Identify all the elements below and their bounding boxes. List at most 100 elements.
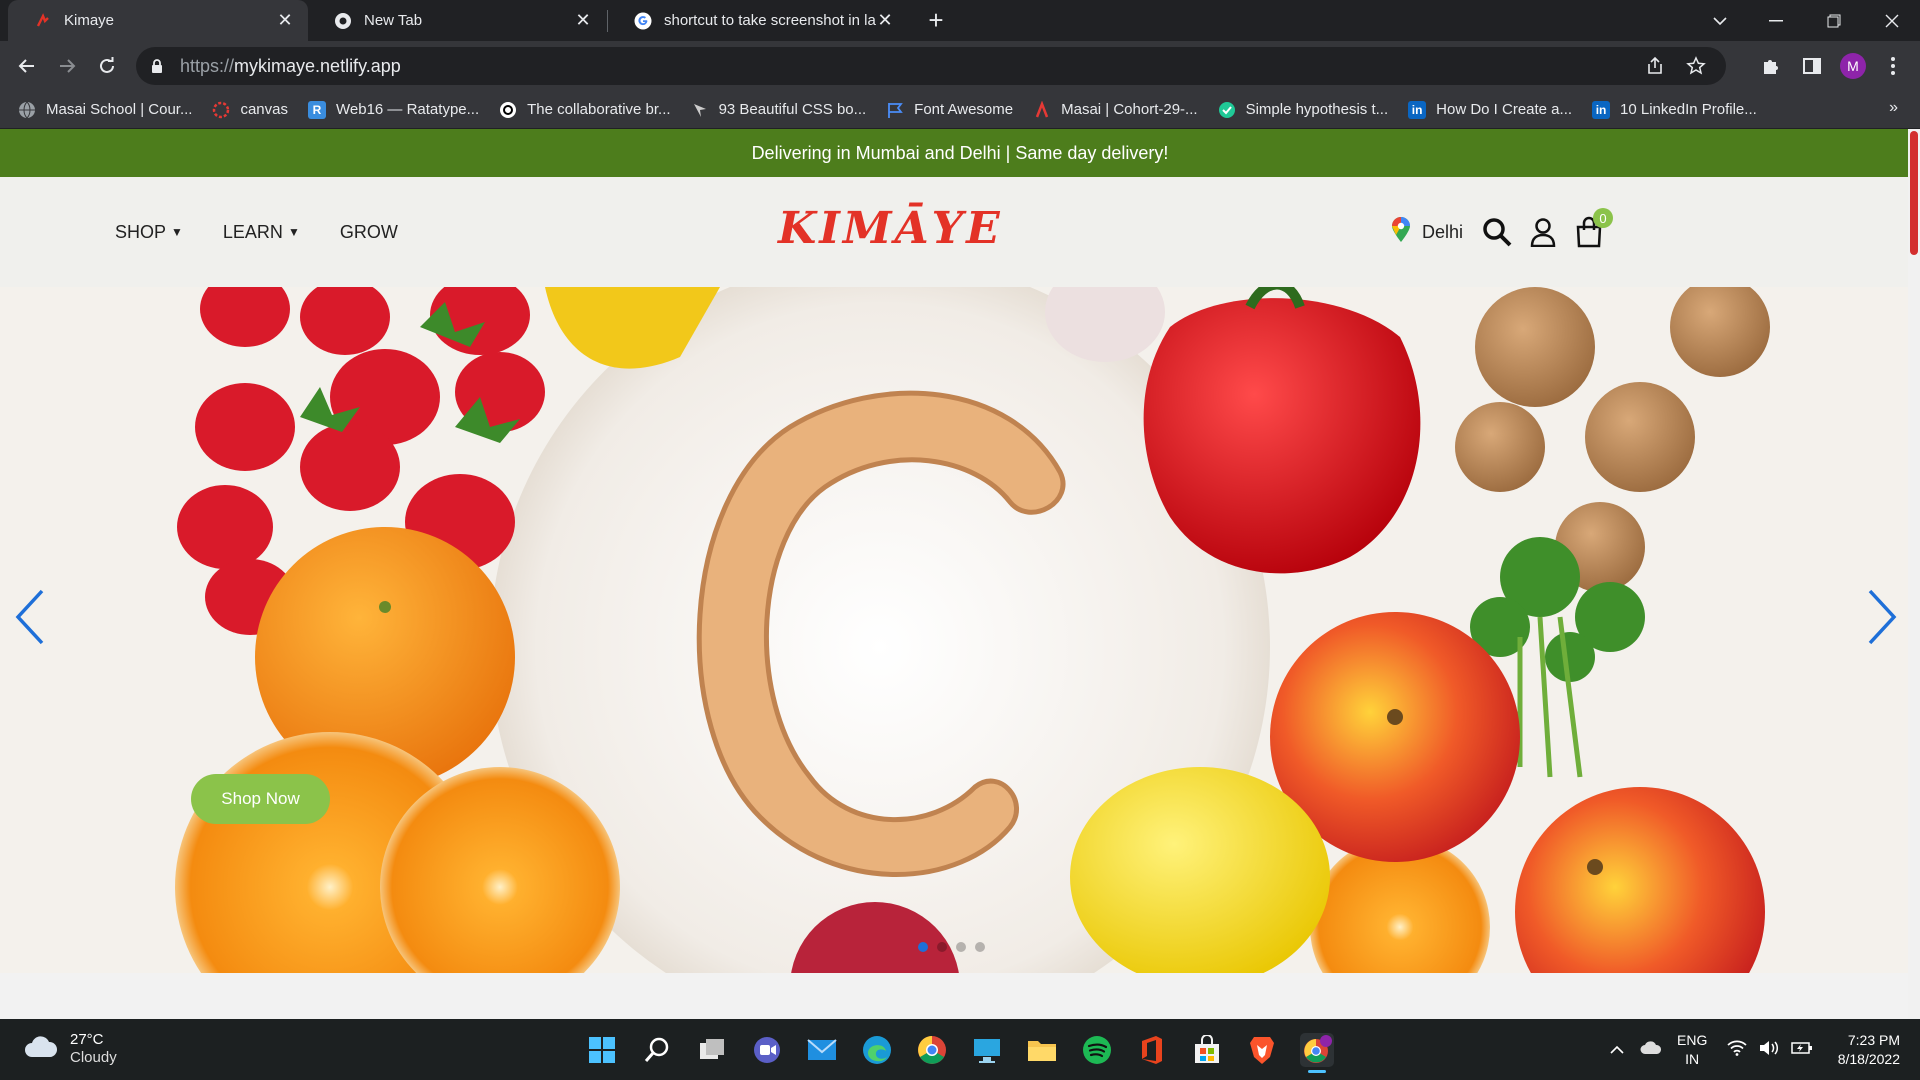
tab-close-icon[interactable]: ✕ (574, 10, 592, 30)
search-icon[interactable] (1481, 216, 1513, 248)
store-icon[interactable] (1190, 1033, 1224, 1067)
clock-date: 8/18/2022 (1837, 1051, 1900, 1067)
battery-charging-icon (1791, 1041, 1813, 1058)
bookmark-item[interactable]: Masai School | Cour... (18, 96, 192, 124)
status-icons[interactable] (1727, 1019, 1813, 1080)
kimaye-logo[interactable]: KIMĀYE (778, 203, 1003, 254)
bookmark-item[interactable]: 93 Beautiful CSS bo... (691, 96, 866, 124)
linkedin-icon: in (1592, 100, 1611, 119)
active-app-indicator (1308, 1070, 1326, 1073)
address-bar[interactable]: https://mykimaye.netlify.app (136, 47, 1726, 85)
linkedin-icon: in (1408, 100, 1427, 119)
main-nav: SHOP ▼ LEARN ▼ GROW (115, 177, 398, 287)
nav-label: LEARN (222, 221, 283, 242)
extensions-puzzle-icon[interactable] (1756, 51, 1786, 81)
share-icon[interactable] (1646, 56, 1666, 81)
nav-label: GROW (339, 221, 398, 242)
map-pin-icon (1390, 216, 1412, 248)
bookmark-item[interactable]: Simple hypothesis t... (1218, 96, 1389, 124)
carousel-dot[interactable] (975, 942, 985, 952)
bookmark-item[interactable]: Font Awesome (886, 96, 1013, 124)
brave-icon[interactable] (1245, 1033, 1279, 1067)
nav-learn[interactable]: LEARN ▼ (223, 222, 300, 243)
bookmark-item[interactable]: canvas (212, 96, 288, 124)
cart-bag-icon[interactable]: 0 (1573, 208, 1614, 248)
close-window-button[interactable] (1864, 0, 1920, 41)
remote-desktop-icon[interactable] (970, 1033, 1004, 1067)
bookmark-item[interactable]: in How Do I Create a... (1408, 96, 1572, 124)
minimize-button[interactable] (1748, 0, 1804, 41)
tab-kimaye[interactable]: Kimaye ✕ (8, 0, 308, 41)
caret-down-icon: ▼ (287, 225, 300, 239)
system-clock[interactable]: 7:23 PM 8/18/2022 (1820, 1031, 1900, 1069)
cart-count-badge: 0 (1593, 208, 1614, 228)
start-icon[interactable] (585, 1033, 619, 1067)
chevron-up-icon[interactable] (1610, 1042, 1624, 1058)
location-selector[interactable]: Delhi (1390, 216, 1464, 248)
task-view-icon[interactable] (695, 1033, 729, 1067)
weather-condition: Cloudy (70, 1049, 117, 1066)
kebab-menu-icon[interactable] (1878, 51, 1908, 81)
side-panel-icon[interactable] (1797, 51, 1827, 81)
location-label: Delhi (1422, 221, 1464, 242)
bookmark-label: Masai School | Cour... (46, 101, 193, 118)
carousel-next-arrow-icon[interactable] (1862, 587, 1902, 647)
chrome-profile-icon[interactable] (1300, 1033, 1334, 1073)
canvas-icon (212, 101, 230, 119)
user-account-icon[interactable] (1527, 216, 1559, 248)
url-text: https://mykimaye.netlify.app (180, 55, 401, 76)
kimaye-favicon-icon (34, 12, 52, 30)
tab-new-tab[interactable]: New Tab ✕ (308, 0, 606, 41)
tab-close-icon[interactable]: ✕ (276, 10, 294, 30)
teams-icon[interactable] (750, 1033, 784, 1067)
hero-carousel: Shop Now (0, 287, 1920, 973)
bookmark-star-icon[interactable] (1686, 56, 1706, 81)
bookmark-item[interactable]: The collaborative br... (499, 96, 671, 124)
file-explorer-icon[interactable] (1025, 1033, 1059, 1067)
carousel-dot[interactable] (918, 942, 928, 952)
bookmarks-bar: Masai School | Cour... canvas R Web16 — … (0, 91, 1920, 129)
system-tray (1610, 1019, 1662, 1080)
restore-button[interactable] (1806, 0, 1862, 41)
tab-close-icon[interactable]: ✕ (876, 10, 894, 30)
mail-icon[interactable] (805, 1033, 839, 1067)
nav-grow[interactable]: GROW (340, 222, 398, 243)
bookmarks-overflow-button[interactable]: » (1889, 99, 1898, 117)
lock-icon[interactable] (150, 58, 166, 74)
weather-widget[interactable]: 27°C Cloudy (24, 1031, 117, 1067)
edge-icon[interactable] (860, 1033, 894, 1067)
bookmark-label: 10 LinkedIn Profile... (1620, 101, 1757, 118)
spotify-icon[interactable] (1080, 1033, 1114, 1067)
new-tab-button[interactable]: + (922, 5, 950, 35)
flag-icon (886, 101, 904, 119)
onedrive-cloud-icon[interactable] (1640, 1041, 1662, 1058)
tab-search-chevron-icon[interactable] (1692, 0, 1748, 41)
nav-shop[interactable]: SHOP ▼ (115, 222, 183, 243)
shop-now-button[interactable]: Shop Now (191, 774, 330, 824)
tab-screenshot-search[interactable]: shortcut to take screenshot in lap ✕ (608, 0, 908, 41)
bookmark-label: How Do I Create a... (1436, 101, 1573, 118)
bookmark-item[interactable]: R Web16 — Ratatype... (308, 96, 479, 124)
page-scrollbar[interactable] (1908, 129, 1920, 1019)
language-indicator[interactable]: ENG IN (1677, 1031, 1707, 1069)
bookmark-label: Simple hypothesis t... (1245, 101, 1389, 118)
scrollbar-thumb[interactable] (1910, 131, 1918, 255)
bookmark-label: The collaborative br... (527, 101, 671, 118)
carousel-dot[interactable] (937, 942, 947, 952)
bookmark-item[interactable]: in 10 LinkedIn Profile... (1592, 96, 1757, 124)
tab-title: shortcut to take screenshot in lap (664, 12, 876, 29)
chrome-icon[interactable] (915, 1033, 949, 1067)
forward-arrow-icon[interactable] (52, 51, 82, 81)
reload-icon[interactable] (92, 51, 122, 81)
promo-banner: Delivering in Mumbai and Delhi | Same da… (0, 129, 1920, 177)
back-arrow-icon[interactable] (12, 51, 42, 81)
carousel-dot[interactable] (956, 942, 966, 952)
shield-check-icon (1218, 101, 1236, 119)
profile-avatar[interactable]: M (1840, 53, 1866, 79)
region-code: IN (1685, 1051, 1700, 1067)
windows-taskbar: 27°C Cloudy ENG IN 7:23 PM 8/18/2022 (0, 1019, 1920, 1080)
bookmark-item[interactable]: Masai | Cohort-29-... (1033, 96, 1198, 124)
carousel-prev-arrow-icon[interactable] (10, 587, 50, 647)
office-icon[interactable] (1135, 1033, 1169, 1067)
search-icon[interactable] (640, 1033, 674, 1067)
